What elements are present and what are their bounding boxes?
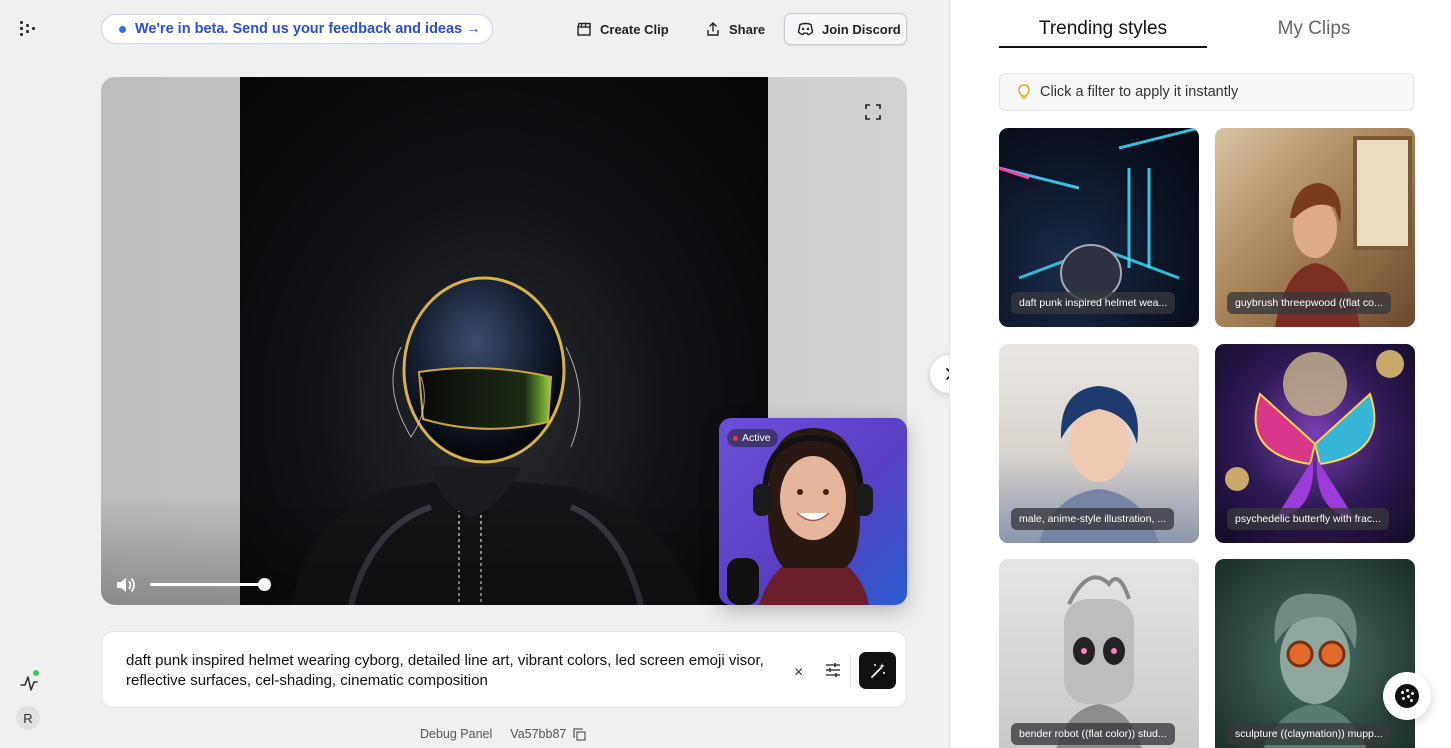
style-card-caption: psychedelic butterfly with frac...: [1227, 508, 1389, 530]
style-card-caption: daft punk inspired helmet wea...: [1011, 292, 1176, 314]
filter-hint: Click a filter to apply it instantly: [999, 73, 1414, 111]
style-card-daft-punk[interactable]: daft punk inspired helmet wea...: [999, 128, 1199, 327]
app-logo-icon[interactable]: [18, 18, 38, 38]
style-card-caption: bender robot ((flat color)) stud...: [1011, 723, 1175, 745]
style-card-caption: sculpture ((claymation)) mupp...: [1227, 723, 1391, 745]
join-discord-button[interactable]: Join Discord: [784, 13, 907, 45]
create-clip-label: Create Clip: [600, 21, 669, 37]
generate-button[interactable]: [859, 652, 896, 689]
volume-slider-track[interactable]: [150, 583, 265, 586]
debug-footer: Debug Panel Va57bb87: [420, 727, 586, 741]
create-clip-button[interactable]: Create Clip: [576, 13, 669, 45]
share-button[interactable]: Share: [705, 13, 765, 45]
styles-panel: Trending styles My Clips Click a filter …: [949, 0, 1451, 748]
prompt-input-box[interactable]: daft punk inspired helmet wearing cyborg…: [101, 631, 907, 708]
style-card-caption: male, anime-style illustration, ...: [1011, 508, 1175, 530]
style-card-guybrush[interactable]: guybrush threepwood ((flat co...: [1215, 128, 1415, 327]
beta-feedback-banner[interactable]: We're in beta. Send us your feedback and…: [101, 14, 493, 44]
prompt-input[interactable]: daft punk inspired helmet wearing cyborg…: [126, 651, 786, 691]
debug-panel-link[interactable]: Debug Panel: [420, 727, 492, 741]
app-menu-icon: [1395, 684, 1419, 708]
style-thumbnail: [1056, 575, 1142, 748]
lightbulb-icon: [1018, 84, 1030, 99]
tab-trending-styles[interactable]: Trending styles: [999, 18, 1207, 40]
style-card-caption: guybrush threepwood ((flat co...: [1227, 292, 1391, 314]
user-avatar[interactable]: R: [16, 706, 40, 730]
tab-my-clips[interactable]: My Clips: [1210, 18, 1418, 40]
beta-dot-icon: [119, 25, 126, 33]
settings-sliders-icon[interactable]: [824, 661, 842, 679]
live-dot-icon: [733, 435, 738, 441]
fullscreen-icon[interactable]: [865, 104, 881, 120]
version-label: Va57bb87: [510, 727, 567, 741]
help-fab-button[interactable]: [1383, 672, 1431, 720]
style-card-sculpture[interactable]: sculpture ((claymation)) mupp...: [1215, 559, 1415, 748]
share-label: Share: [729, 21, 766, 37]
webcam-status-label: Active: [742, 432, 771, 444]
clear-prompt-button[interactable]: ×: [794, 664, 803, 682]
copy-icon[interactable]: [573, 727, 586, 741]
share-icon: [707, 22, 719, 36]
volume-slider-thumb[interactable]: [258, 578, 271, 591]
webcam-preview: Active: [719, 418, 907, 605]
filter-hint-text: Click a filter to apply it instantly: [1040, 84, 1239, 100]
magic-wand-icon: [870, 662, 885, 678]
clapperboard-icon: [577, 22, 591, 36]
beta-banner-text: We're in beta. Send us your feedback and…: [135, 21, 481, 37]
webcam-status-badge: Active: [727, 429, 778, 447]
volume-icon[interactable]: [115, 575, 137, 595]
join-discord-label: Join Discord: [822, 21, 901, 37]
prompt-divider: [850, 654, 851, 688]
style-card-anime[interactable]: male, anime-style illustration, ...: [999, 344, 1199, 543]
online-status-dot: [32, 669, 40, 677]
style-card-bender[interactable]: bender robot ((flat color)) stud...: [999, 559, 1199, 748]
discord-icon: [797, 22, 814, 36]
style-thumbnail: [1263, 593, 1367, 748]
style-card-butterfly[interactable]: psychedelic butterfly with frac...: [1215, 344, 1415, 543]
active-tab-indicator: [999, 46, 1207, 48]
